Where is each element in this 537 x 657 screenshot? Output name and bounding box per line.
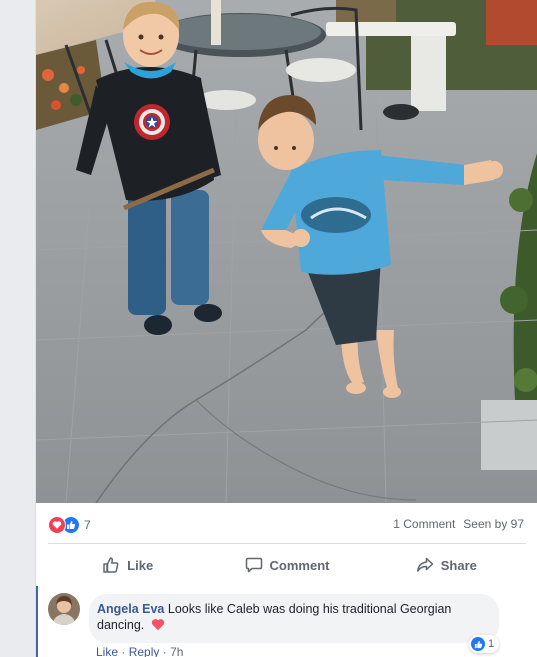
share-button[interactable]: Share — [367, 544, 526, 586]
comment-item: Angela Eva Looks like Caleb was doing hi… — [36, 586, 537, 657]
comment-reaction-badge[interactable]: 1 — [469, 635, 500, 653]
comment-count-link[interactable]: 1 Comment — [393, 517, 455, 531]
commenter-avatar[interactable] — [48, 593, 80, 625]
reaction-count[interactable]: 7 — [84, 518, 91, 532]
comment-timestamp[interactable]: 7h — [170, 645, 183, 657]
love-reaction-icon — [48, 516, 66, 534]
like-button[interactable]: Like — [48, 544, 207, 586]
reactions-bar: 7 1 Comment Seen by 97 — [36, 503, 537, 543]
comment-meta: Like · Reply · 7h — [96, 645, 183, 657]
comment-like-link[interactable]: Like — [96, 645, 118, 657]
comment-author[interactable]: Angela Eva — [97, 602, 164, 616]
post-photo[interactable] — [36, 0, 537, 503]
share-button-label: Share — [440, 557, 477, 573]
speech-bubble-icon — [245, 557, 262, 573]
comment-bubble: Angela Eva Looks like Caleb was doing hi… — [89, 594, 499, 643]
comment-highlight-bar — [36, 586, 38, 657]
comment-reply-link[interactable]: Reply — [129, 645, 160, 657]
share-arrow-icon — [416, 557, 433, 572]
post-stats: 1 Comment Seen by 97 — [393, 517, 524, 531]
meta-separator: · — [121, 645, 126, 657]
meta-separator: · — [162, 645, 167, 657]
heart-emoji-icon — [151, 618, 165, 635]
photo-illustration — [36, 0, 537, 503]
like-reaction-icon — [471, 637, 485, 651]
comment-reaction-count: 1 — [488, 638, 495, 650]
seen-by-link[interactable]: Seen by 97 — [463, 517, 524, 531]
post-card: 7 1 Comment Seen by 97 Like Comment Shar… — [35, 0, 537, 657]
like-button-label: Like — [127, 557, 154, 573]
reaction-summary[interactable]: 7 — [48, 516, 91, 534]
comment-button-label: Comment — [269, 557, 330, 573]
facebook-page: 7 1 Comment Seen by 97 Like Comment Shar… — [0, 0, 537, 657]
comment-button[interactable]: Comment — [207, 544, 366, 586]
thumbs-up-icon — [103, 557, 119, 573]
post-action-bar: Like Comment Share — [48, 543, 526, 587]
